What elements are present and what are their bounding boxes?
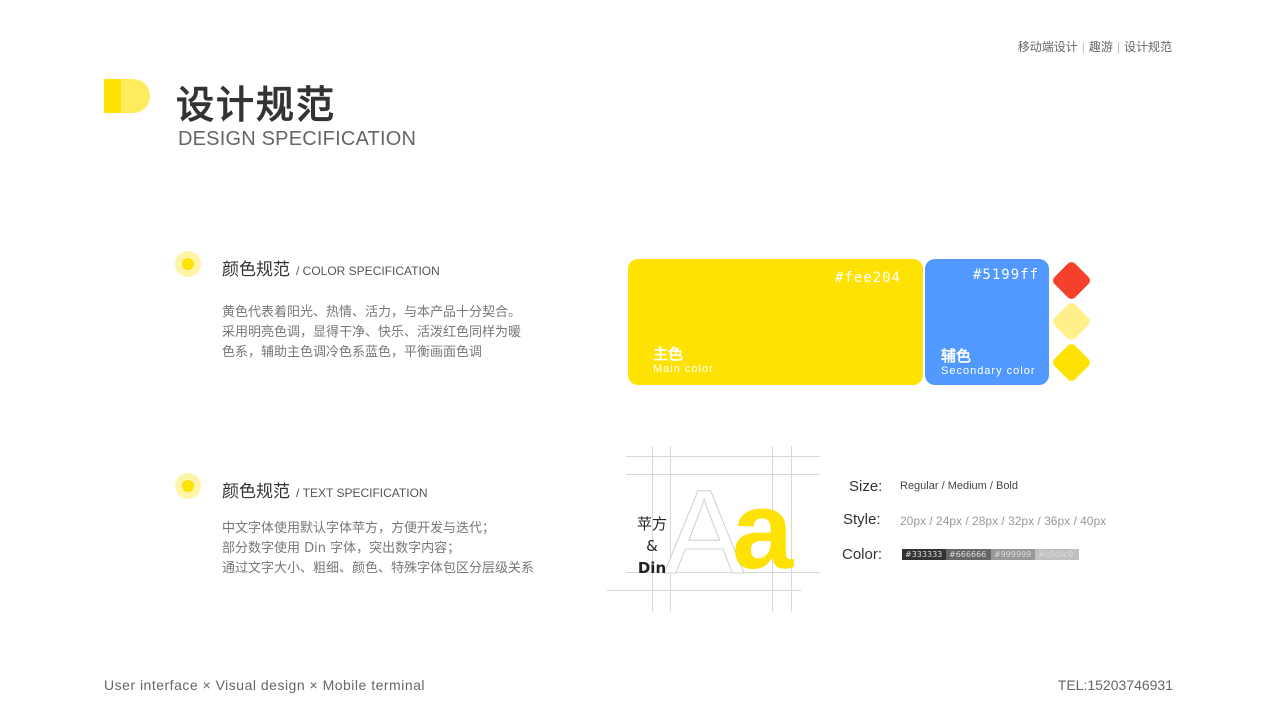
accent-swatch-yellow bbox=[1050, 341, 1093, 384]
breadcrumb-item-quyou[interactable]: 趣游 bbox=[1089, 40, 1113, 54]
main-color-name-en: Main color bbox=[653, 363, 714, 375]
secondary-color-card: #5199ff 辅色 Secondary color bbox=[925, 259, 1049, 385]
color-section-description: 黄色代表着阳光、热情、活力，与本产品十分契合。 采用明亮色调，显得干净、快乐、活… bbox=[222, 303, 542, 363]
main-color-name: 主色 bbox=[653, 345, 684, 363]
main-color-hex: #fee204 bbox=[834, 270, 901, 286]
section-bullet-icon bbox=[175, 473, 201, 499]
description-line: 色系，辅助主色调冷色系蓝色，平衡画面色调 bbox=[222, 345, 483, 360]
text-color-swatch: #999999 bbox=[991, 549, 1035, 560]
text-color-swatch: #c0c0c0 bbox=[1035, 549, 1079, 560]
font-name-pingfang: 苹方 bbox=[636, 515, 667, 533]
accent-swatch-light-yellow bbox=[1050, 300, 1093, 343]
color-section-subtitle: / COLOR SPECIFICATION bbox=[296, 264, 440, 278]
breadcrumb-separator: | bbox=[1116, 40, 1120, 54]
description-line: 中文字体使用默认字体苹方，方便开发与迭代； bbox=[222, 521, 496, 536]
footer-tagline: User interface × Visual design × Mobile … bbox=[104, 677, 426, 693]
description-line: 通过文字大小、粗细、颜色、特殊字体包区分层级关系 bbox=[222, 561, 535, 576]
color-section-heading: 颜色规范 / COLOR SPECIFICATION bbox=[222, 255, 440, 280]
page-subtitle: DESIGN SPECIFICATION bbox=[178, 128, 417, 150]
description-line: 部分数字使用 Din 字体，突出数字内容； bbox=[222, 541, 461, 556]
size-label: Size: bbox=[849, 478, 883, 495]
secondary-color-hex: #5199ff bbox=[973, 267, 1040, 283]
description-line: 采用明亮色调，显得干净、快乐、活泼红色同样为暖 bbox=[222, 325, 522, 340]
breadcrumb-item-mobile-design[interactable]: 移动端设计 bbox=[1018, 40, 1078, 54]
style-value: 20px / 24px / 28px / 32px / 36px / 40px bbox=[900, 514, 1107, 528]
text-color-swatch: #333333 bbox=[902, 549, 946, 560]
text-section-description: 中文字体使用默认字体苹方，方便开发与迭代； 部分数字使用 Din 字体，突出数字… bbox=[222, 519, 542, 579]
text-color-swatch: #666666 bbox=[946, 549, 991, 560]
breadcrumb-item-design-spec[interactable]: 设计规范 bbox=[1124, 40, 1172, 54]
logo-mark-half bbox=[116, 79, 150, 113]
color-label: Color: bbox=[842, 546, 883, 563]
font-ampersand: & bbox=[646, 537, 658, 555]
breadcrumb-separator: | bbox=[1081, 40, 1085, 54]
accent-swatch-red bbox=[1050, 259, 1093, 302]
type-sample-lowercase: a bbox=[732, 469, 794, 592]
main-color-card: #fee204 主色 Main color bbox=[628, 259, 923, 385]
color-section-title: 颜色规范 bbox=[222, 260, 290, 280]
footer-phone: TEL:15203746931 bbox=[1057, 677, 1173, 693]
logo-mark-bar bbox=[104, 79, 121, 113]
top-breadcrumb: 移动端设计 | 趣游 | 设计规范 bbox=[980, 38, 1172, 55]
style-label: Style: bbox=[843, 511, 881, 528]
size-value: Regular / Medium / Bold bbox=[900, 480, 1018, 492]
text-section-heading: 颜色规范 / TEXT SPECIFICATION bbox=[222, 477, 428, 502]
font-name-din: Din bbox=[637, 559, 667, 577]
page-title: 设计规范 bbox=[176, 83, 337, 127]
section-bullet-icon bbox=[175, 251, 201, 277]
text-section-subtitle: / TEXT SPECIFICATION bbox=[296, 486, 428, 500]
secondary-color-name-en: Secondary color bbox=[941, 365, 1036, 377]
secondary-color-name: 辅色 bbox=[941, 347, 972, 365]
description-line: 黄色代表着阳光、热情、活力，与本产品十分契合。 bbox=[222, 305, 522, 320]
text-section-title: 颜色规范 bbox=[222, 482, 290, 502]
text-color-swatches: #333333 #666666 #999999 #c0c0c0 bbox=[902, 549, 1079, 560]
